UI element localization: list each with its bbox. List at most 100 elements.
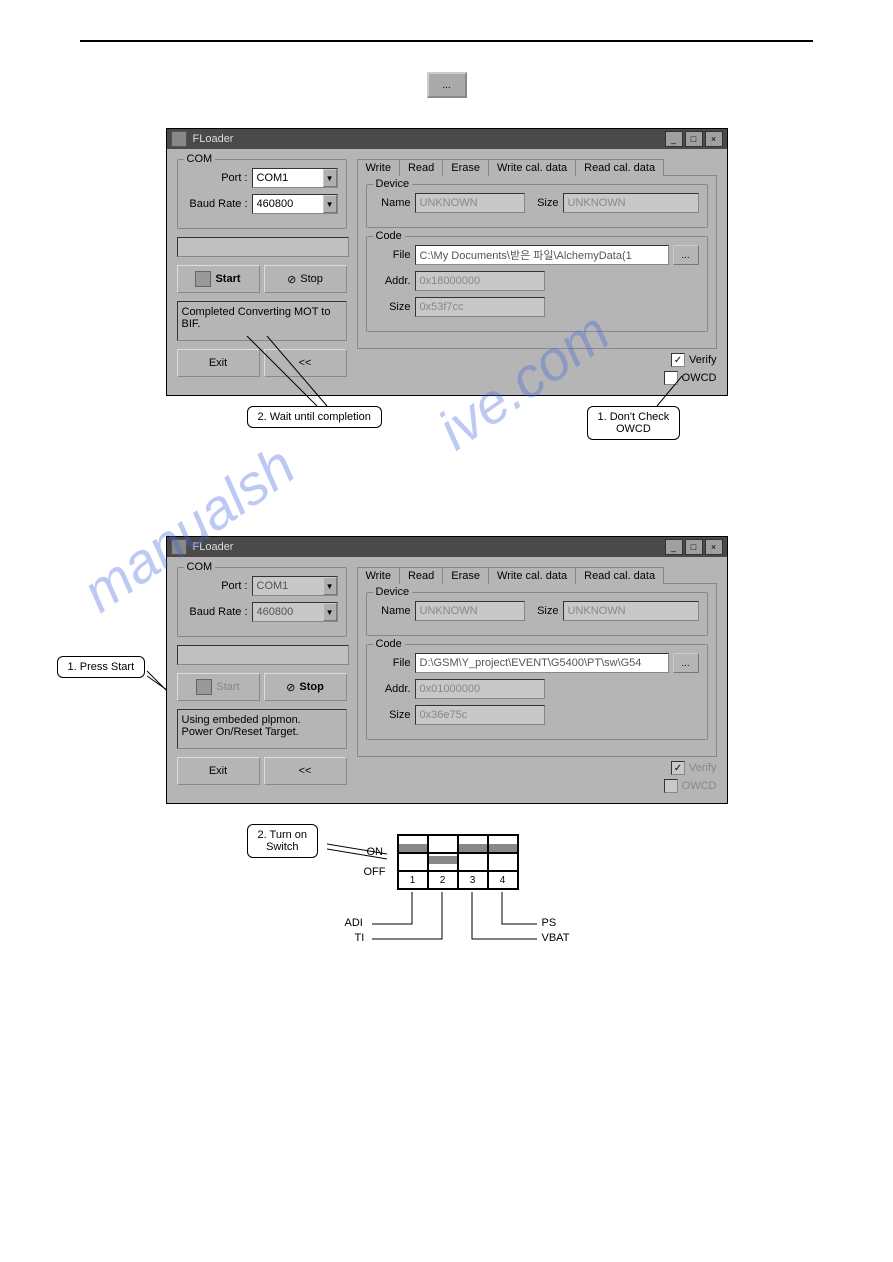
tab-read[interactable]: Read <box>399 567 443 584</box>
tab-write-cal[interactable]: Write cal. data <box>488 159 576 176</box>
dropdown-icon[interactable]: ▼ <box>323 169 337 187</box>
tab-write[interactable]: Write <box>357 567 400 584</box>
device-legend: Device <box>373 178 413 190</box>
tabs: Write Read Erase Write cal. data Read ca… <box>357 567 717 584</box>
code-fieldset: Code File C:\My Documents\받은 파일\AlchemyD… <box>366 236 708 332</box>
addr-field: 0x18000000 <box>415 271 545 291</box>
monitor-icon <box>195 271 211 287</box>
port-label: Port : <box>186 580 248 592</box>
addr-label: Addr. <box>375 683 411 695</box>
maximize-button[interactable]: □ <box>685 131 703 147</box>
port-combo: ▼ <box>252 576 338 596</box>
port-combo[interactable]: ▼ <box>252 168 338 188</box>
file-label: File <box>375 657 411 669</box>
device-fieldset: Device Name UNKNOWN Size UNKNOWN <box>366 592 708 636</box>
adi-label: ADI <box>345 917 363 929</box>
app-icon <box>171 131 187 147</box>
baud-combo: ▼ <box>252 602 338 622</box>
ti-label: TI <box>355 932 365 944</box>
device-legend: Device <box>373 586 413 598</box>
close-button[interactable]: × <box>705 539 723 555</box>
file-field[interactable]: D:\GSM\Y_project\EVENT\G5400\PT\sw\G54 <box>415 653 669 673</box>
verify-label: Verify <box>689 354 717 366</box>
switch-3: 3 <box>458 871 488 889</box>
dropdown-icon: ▼ <box>323 577 337 595</box>
titlebar: FLoader _ □ × <box>167 537 727 557</box>
baud-combo[interactable]: ▼ <box>252 194 338 214</box>
port-value[interactable] <box>253 170 323 186</box>
monitor-icon <box>196 679 212 695</box>
dropdown-icon[interactable]: ▼ <box>323 195 337 213</box>
owcd-label: OWCD <box>682 780 717 792</box>
code-legend: Code <box>373 638 405 650</box>
tab-erase[interactable]: Erase <box>442 567 489 584</box>
horizontal-rule <box>80 40 813 42</box>
port-value <box>253 578 323 594</box>
verify-checkbox[interactable]: ✓ <box>671 353 685 367</box>
back-button[interactable]: << <box>264 757 347 785</box>
com-fieldset: COM Port : ▼ Baud Rate : <box>177 159 347 229</box>
ellipsis-button-sample: ... <box>427 72 467 98</box>
tabpanel: Device Name UNKNOWN Size UNKNOWN Code <box>357 175 717 349</box>
minimize-button[interactable]: _ <box>665 539 683 555</box>
callout-press-start: 1. Press Start <box>57 656 146 678</box>
floader-window-2: FLoader _ □ × COM Port : ▼ <box>166 536 728 804</box>
code-legend: Code <box>373 230 405 242</box>
baud-label: Baud Rate : <box>186 198 248 210</box>
switch-2: 2 <box>428 871 458 889</box>
switch-4: 4 <box>488 871 518 889</box>
owcd-checkbox[interactable] <box>664 371 678 385</box>
browse-button[interactable]: ... <box>673 245 699 265</box>
tabs: Write Read Erase Write cal. data Read ca… <box>357 159 717 176</box>
close-button[interactable]: × <box>705 131 723 147</box>
start-button[interactable]: Start <box>177 673 260 701</box>
minimize-button[interactable]: _ <box>665 131 683 147</box>
callout-wait-completion: 2. Wait until completion <box>247 406 382 428</box>
start-button[interactable]: Start <box>177 265 260 293</box>
baud-value[interactable] <box>253 196 323 212</box>
dropdown-icon: ▼ <box>323 603 337 621</box>
maximize-button[interactable]: □ <box>685 539 703 555</box>
stop-label: Stop <box>299 681 323 693</box>
baud-value <box>253 604 323 620</box>
baud-label: Baud Rate : <box>186 606 248 618</box>
stop-button[interactable]: ⊘ Stop <box>264 265 347 293</box>
stop-icon: ⊘ <box>286 681 295 694</box>
tab-read-cal[interactable]: Read cal. data <box>575 567 664 584</box>
tabpanel: Device Name UNKNOWN Size UNKNOWN Code <box>357 583 717 757</box>
exit-button[interactable]: Exit <box>177 757 260 785</box>
stop-icon: ⊘ <box>287 273 296 286</box>
vbat-label: VBAT <box>542 932 570 944</box>
tab-read-cal[interactable]: Read cal. data <box>575 159 664 176</box>
callout-dont-check-owcd: 1. Don't Check OWCD <box>587 406 681 440</box>
file-field[interactable]: C:\My Documents\받은 파일\AlchemyData(1 <box>415 245 669 265</box>
device-size-label: Size <box>529 197 559 209</box>
com-legend: COM <box>184 153 216 165</box>
callout-turn-on-switch: 2. Turn on Switch <box>247 824 319 858</box>
device-size-field: UNKNOWN <box>563 601 699 621</box>
switch-diagram: 2. Turn on Switch ON OFF <box>257 824 637 1004</box>
stop-button[interactable]: ⊘ Stop <box>264 673 347 701</box>
tab-write-cal[interactable]: Write cal. data <box>488 567 576 584</box>
code-size-field: 0x53f7cc <box>415 297 545 317</box>
com-fieldset: COM Port : ▼ Baud Rate : <box>177 567 347 637</box>
app-icon <box>171 539 187 555</box>
verify-label: Verify <box>689 762 717 774</box>
device-name-field: UNKNOWN <box>415 193 525 213</box>
browse-button[interactable]: ... <box>673 653 699 673</box>
switch-1: 1 <box>398 871 428 889</box>
tab-write[interactable]: Write <box>357 159 400 176</box>
exit-button[interactable]: Exit <box>177 349 260 377</box>
code-size-label: Size <box>375 301 411 313</box>
tab-erase[interactable]: Erase <box>442 159 489 176</box>
owcd-checkbox <box>664 779 678 793</box>
ps-label: PS <box>542 917 557 929</box>
code-fieldset: Code File D:\GSM\Y_project\EVENT\G5400\P… <box>366 644 708 740</box>
tab-read[interactable]: Read <box>399 159 443 176</box>
device-name-field: UNKNOWN <box>415 601 525 621</box>
titlebar: FLoader _ □ × <box>167 129 727 149</box>
addr-field: 0x01000000 <box>415 679 545 699</box>
off-label: OFF <box>364 866 386 878</box>
start-label: Start <box>216 681 239 693</box>
back-button[interactable]: << <box>264 349 347 377</box>
